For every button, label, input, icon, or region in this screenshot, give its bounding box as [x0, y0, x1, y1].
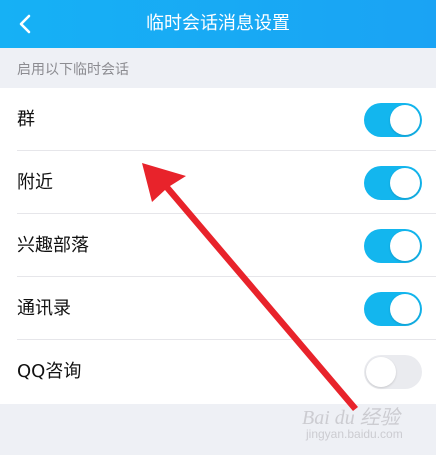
toggle-knob	[390, 168, 420, 198]
toggle-group[interactable]	[364, 103, 422, 137]
empty-background	[0, 404, 436, 455]
setting-row-nearby[interactable]: 附近	[0, 151, 436, 214]
toggle-knob	[366, 357, 396, 387]
setting-label-contacts: 通讯录	[17, 298, 71, 319]
setting-label-group: 群	[17, 109, 35, 130]
toggle-nearby[interactable]	[364, 166, 422, 200]
toggle-knob	[390, 231, 420, 261]
section-label: 启用以下临时会话	[17, 62, 129, 78]
setting-label-nearby: 附近	[17, 172, 53, 193]
page-title: 临时会话消息设置	[146, 13, 290, 34]
setting-row-contacts[interactable]: 通讯录	[0, 277, 436, 340]
toggle-knob	[390, 105, 420, 135]
toggle-knob	[390, 294, 420, 324]
toggle-contacts[interactable]	[364, 292, 422, 326]
section-header: 启用以下临时会话	[0, 48, 436, 88]
title-bar: 临时会话消息设置	[0, 0, 436, 48]
settings-list: 群 附近 兴趣部落 通讯录 QQ咨询	[0, 88, 436, 404]
setting-row-qq-consult[interactable]: QQ咨询	[0, 340, 436, 403]
setting-row-interest-tribe[interactable]: 兴趣部落	[0, 214, 436, 277]
toggle-interest-tribe[interactable]	[364, 229, 422, 263]
toggle-qq-consult[interactable]	[364, 355, 422, 389]
setting-label-interest-tribe: 兴趣部落	[17, 235, 89, 256]
setting-label-qq-consult: QQ咨询	[17, 361, 82, 382]
setting-row-group[interactable]: 群	[0, 88, 436, 151]
